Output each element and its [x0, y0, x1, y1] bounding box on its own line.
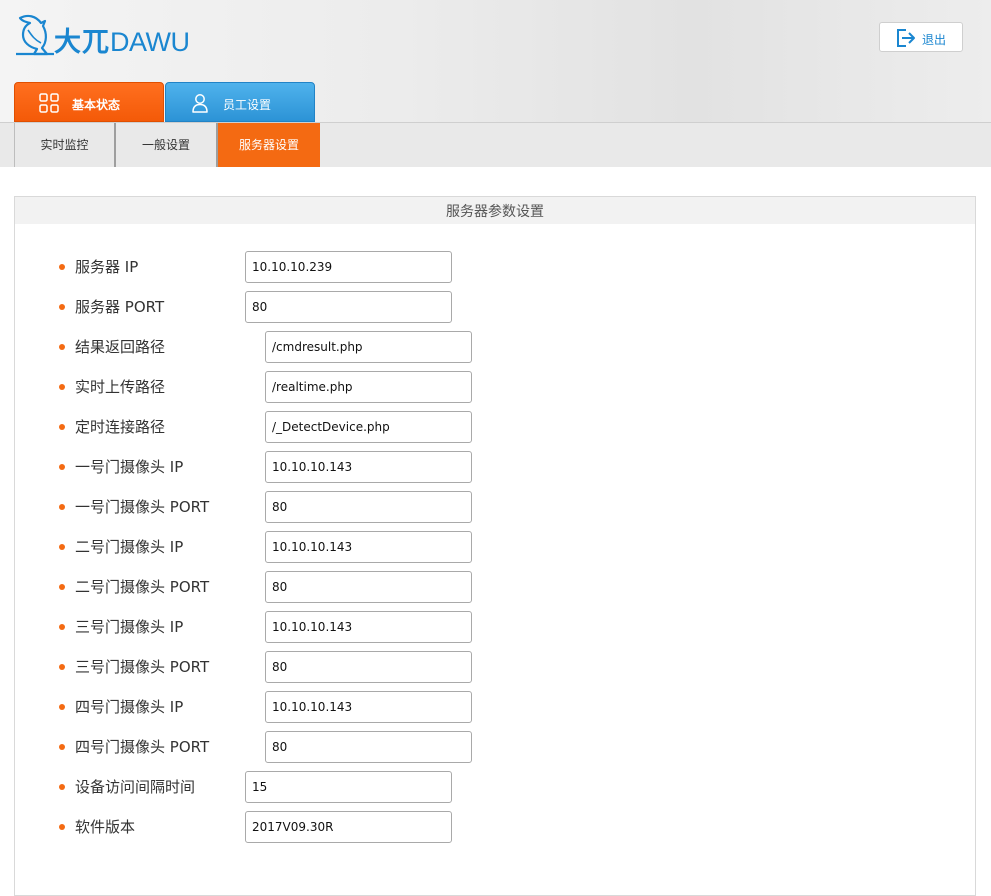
bullet [59, 264, 65, 270]
field-label: 四号门摄像头 PORT [75, 738, 210, 756]
server-ip-input[interactable] [245, 251, 452, 283]
form-row: 三号门摄像头 IP [15, 611, 915, 643]
bullet [59, 704, 65, 710]
door1-camera-port-input[interactable] [265, 491, 472, 523]
server-port-input[interactable] [245, 291, 452, 323]
subtab-realtime-monitor[interactable]: 实时监控 [14, 123, 116, 167]
result-path-input[interactable] [265, 331, 472, 363]
form-row: 服务器 PORT [15, 291, 915, 323]
logo-en: DAWU [110, 27, 190, 57]
field-label: 服务器 IP [75, 258, 139, 276]
field-label: 软件版本 [75, 818, 136, 836]
logo-text: 大兀DAWU [54, 20, 190, 59]
bullet [59, 664, 65, 670]
bullet [59, 824, 65, 830]
realtime-path-input[interactable] [265, 371, 472, 403]
tab-basic-status-label: 基本状态 [72, 98, 121, 112]
form-row: 定时连接路径 [15, 411, 915, 443]
form-row: 设备访问间隔时间 [15, 771, 915, 803]
bullet [59, 424, 65, 430]
bullet [59, 784, 65, 790]
user-icon [192, 94, 208, 113]
form-row: 四号门摄像头 PORT [15, 731, 915, 763]
field-label: 结果返回路径 [75, 338, 166, 356]
form-row: 二号门摄像头 IP [15, 531, 915, 563]
form-row: 实时上传路径 [15, 371, 915, 403]
door2-camera-ip-input[interactable] [265, 531, 472, 563]
door3-camera-port-input[interactable] [265, 651, 472, 683]
form-row: 一号门摄像头 IP [15, 451, 915, 483]
field-label: 三号门摄像头 PORT [75, 658, 210, 676]
tab-staff-settings-label: 员工设置 [223, 98, 272, 112]
detect-path-input[interactable] [265, 411, 472, 443]
field-label: 二号门摄像头 IP [75, 538, 184, 556]
door1-camera-ip-input[interactable] [265, 451, 472, 483]
logout-label: 退出 [922, 33, 947, 47]
form-row: 结果返回路径 [15, 331, 915, 363]
tab-staff-settings[interactable]: 员工设置 [165, 82, 315, 122]
form-row: 一号门摄像头 PORT [15, 491, 915, 523]
door2-camera-port-input[interactable] [265, 571, 472, 603]
bullet [59, 344, 65, 350]
panel-title: 服务器参数设置 [15, 197, 975, 224]
bullet [59, 504, 65, 510]
grid-icon [39, 93, 59, 113]
door4-camera-ip-input[interactable] [265, 691, 472, 723]
bullet [59, 744, 65, 750]
software-version-input[interactable] [245, 811, 452, 843]
door3-camera-ip-input[interactable] [265, 611, 472, 643]
bullet [59, 544, 65, 550]
bullet [59, 624, 65, 630]
field-label: 一号门摄像头 PORT [75, 498, 210, 516]
bullet [59, 584, 65, 590]
field-label: 实时上传路径 [75, 378, 166, 396]
form-row: 四号门摄像头 IP [15, 691, 915, 723]
field-label: 一号门摄像头 IP [75, 458, 184, 476]
form-row: 三号门摄像头 PORT [15, 651, 915, 683]
door4-camera-port-input[interactable] [265, 731, 472, 763]
logo-cn: 大兀 [54, 27, 110, 57]
field-label: 设备访问间隔时间 [75, 778, 196, 796]
bullet [59, 464, 65, 470]
sub-navigation: 实时监控 一般设置 服务器设置 [0, 122, 991, 167]
form-row: 二号门摄像头 PORT [15, 571, 915, 603]
server-settings-panel: 服务器参数设置 服务器 IP 服务器 PORT 结果返回路径 实时上传路径 定时… [14, 196, 976, 896]
subtab-server-settings[interactable]: 服务器设置 [218, 123, 320, 167]
access-interval-input[interactable] [245, 771, 452, 803]
subtab-general-settings[interactable]: 一般设置 [116, 123, 218, 167]
form-row: 服务器 IP [15, 251, 915, 283]
bullet [59, 384, 65, 390]
field-label: 三号门摄像头 IP [75, 618, 184, 636]
header-bar: 大兀DAWU 退出 基本状态 员工设置 [0, 0, 991, 122]
logo: 大兀DAWU [14, 12, 194, 58]
logout-icon [897, 29, 915, 47]
bird-logo-icon [16, 14, 54, 56]
logout-button[interactable]: 退出 [879, 22, 963, 52]
field-label: 定时连接路径 [75, 418, 166, 436]
tab-basic-status[interactable]: 基本状态 [14, 82, 164, 122]
bullet [59, 304, 65, 310]
field-label: 二号门摄像头 PORT [75, 578, 210, 596]
field-label: 服务器 PORT [75, 298, 165, 316]
field-label: 四号门摄像头 IP [75, 698, 184, 716]
form-row: 软件版本 [15, 811, 915, 843]
